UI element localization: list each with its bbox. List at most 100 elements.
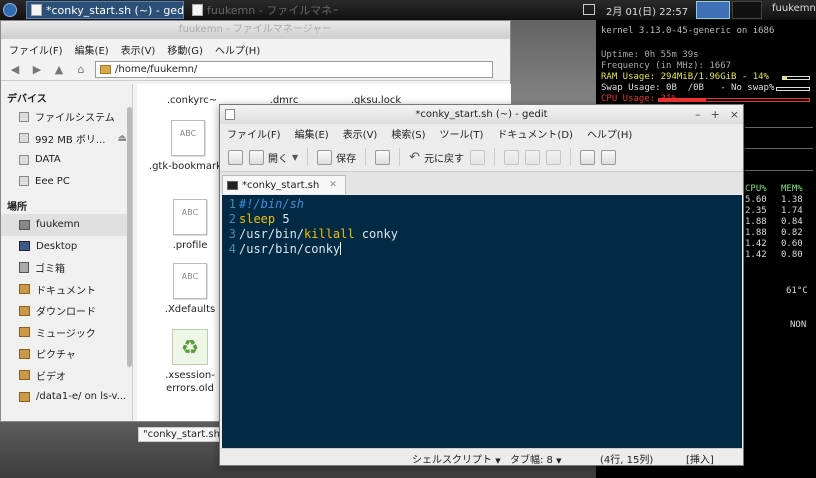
sidebar-item-eeepc[interactable]: Eee PC — [1, 171, 132, 193]
fm-menu-help[interactable]: ヘルプ(H) — [215, 42, 260, 57]
fm-menu-go[interactable]: 移動(G) — [167, 42, 203, 57]
sidebar-item-label: ダウンロード — [36, 307, 96, 319]
sidebar-item-desktop[interactable]: Desktop — [1, 236, 132, 258]
sidebar-item-label: 992 MB ボリ... — [35, 134, 106, 146]
minimize-icon[interactable]: – — [695, 105, 701, 124]
sidebar-item-label: ビデオ — [36, 371, 66, 383]
drive-icon — [19, 133, 29, 144]
tray-icon[interactable] — [583, 4, 595, 15]
code-line[interactable]: 1 #!/bin/sh — [222, 197, 742, 212]
maximize-icon[interactable]: + — [711, 105, 720, 124]
folder-icon — [100, 65, 111, 74]
save-button[interactable]: 保存 — [317, 149, 356, 165]
copy-icon[interactable] — [525, 149, 541, 165]
folder-icon — [19, 391, 30, 402]
new-document-icon[interactable] — [228, 149, 243, 165]
undo-label: 元に戻す — [424, 153, 465, 165]
workspace-2[interactable] — [732, 1, 762, 19]
location-bar[interactable]: /home/fuukemn/ — [95, 61, 493, 78]
conky-temperature: 61°C — [786, 286, 808, 296]
code-line[interactable]: 4/usr/bin/conky — [222, 242, 742, 257]
paste-icon[interactable] — [546, 149, 562, 165]
sidebar-item-label: ミュージック — [36, 328, 96, 340]
menu-view[interactable]: 表示(V) — [343, 126, 378, 141]
sidebar-item-label: Desktop — [36, 240, 78, 252]
menu-edit[interactable]: 編集(E) — [295, 126, 329, 141]
conky-col-cpu: CPU% — [745, 184, 767, 194]
fm-menu-view[interactable]: 表示(V) — [121, 42, 156, 57]
conky-swap: Swap Usage: 0B /0B - No swap% — [601, 83, 775, 93]
gedit-task-icon — [31, 4, 42, 16]
language-selector[interactable]: シェルスクリプト ▼ — [412, 451, 501, 466]
code-line[interactable]: 2 sleep 5 — [222, 212, 742, 227]
fm-menu-edit[interactable]: 編集(E) — [75, 42, 109, 57]
file-name: .conkyrc~ — [166, 95, 218, 106]
fm-menubar: ファイル(F) 編集(E) 表示(V) 移動(G) ヘルプ(H) — [1, 39, 510, 59]
document-tab[interactable]: *conky_start.sh ✕ — [222, 175, 346, 194]
sidebar-item-volume[interactable]: 992 MB ボリ... ⏏ — [1, 128, 132, 150]
terminal-icon — [227, 180, 238, 190]
tab-close-icon[interactable]: ✕ — [329, 180, 337, 190]
sidebar-item-trash[interactable]: ゴミ箱 — [1, 257, 132, 279]
sidebar-item-filesystem[interactable]: ファイルシステム — [1, 106, 132, 128]
sidebar-scrollbar[interactable] — [127, 107, 132, 367]
conky-swap-bar — [776, 87, 810, 91]
conky-divider — [745, 127, 813, 128]
sidebar-item-pictures[interactable]: ピクチャ — [1, 343, 132, 365]
menu-documents[interactable]: ドキュメント(D) — [497, 126, 573, 141]
menu-help[interactable]: ヘルプ(H) — [587, 126, 632, 141]
conky-cell: 0.84 — [781, 217, 803, 227]
workspace-1[interactable] — [696, 1, 730, 19]
sidebar-item-label: ドキュメント — [36, 285, 96, 297]
tab-width-selector[interactable]: タブ幅: 8 ▼ — [510, 451, 562, 466]
save-icon — [317, 149, 333, 165]
forward-icon[interactable]: ▶ — [29, 63, 45, 77]
search-icon[interactable] — [580, 149, 596, 165]
sidebar-item-videos[interactable]: ビデオ — [1, 365, 132, 387]
conky-cell: 0.82 — [781, 228, 803, 238]
close-icon[interactable]: × — [730, 105, 739, 124]
sidebar-item-data[interactable]: DATA — [1, 149, 132, 171]
fm-titlebar[interactable]: fuukemn - ファイルマネージャー — [1, 21, 510, 39]
taskbar-gedit[interactable]: *conky_start.sh (~) - gedit — [26, 1, 184, 19]
menu-tools[interactable]: ツール(T) — [440, 126, 484, 141]
undo-button[interactable]: ↶ 元に戻す — [409, 150, 464, 165]
text-file-icon: ABC — [173, 263, 207, 299]
line-number: 4 — [228, 242, 236, 256]
user-name[interactable]: fuukemn — [772, 3, 816, 14]
sidebar-item-documents[interactable]: ドキュメント — [1, 279, 132, 301]
code-line[interactable]: 3/usr/bin/killall conky — [222, 227, 742, 242]
fm-menu-file[interactable]: ファイル(F) — [9, 42, 63, 57]
sidebar-item-network-share[interactable]: /data1-e/ on ls-v... — [1, 386, 132, 408]
gedit-statusbar: シェルスクリプト ▼ タブ幅: 8 ▼ (4行, 15列) [挿入] — [220, 448, 743, 466]
fm-toolbar: ◀ ▶ ▲ ⌂ /home/fuukemn/ — [1, 59, 510, 81]
replace-icon[interactable] — [601, 149, 617, 165]
menu-search[interactable]: 検索(S) — [391, 126, 425, 141]
sidebar-heading-devices: デバイス — [7, 94, 47, 105]
open-button[interactable]: 開く ▼ — [249, 149, 298, 165]
print-icon[interactable] — [375, 149, 391, 165]
eject-icon[interactable]: ⏏ — [117, 133, 126, 144]
conky-divider — [745, 170, 813, 171]
text-editor[interactable]: 1 #!/bin/sh 2 sleep 5 3/usr/bin/killall conk… — [222, 195, 742, 450]
gedit-menubar: ファイル(F) 編集(E) 表示(V) 検索(S) ツール(T) ドキュメント(… — [220, 124, 743, 143]
clock[interactable]: 2月 01(日) 22:57 — [606, 3, 688, 18]
file-name: .profile — [172, 240, 208, 251]
taskbar-filemanager[interactable]: fuukemn - ファイルマネージャー — [188, 1, 338, 19]
up-icon[interactable]: ▲ — [51, 63, 67, 77]
chevron-down-icon[interactable]: ▼ — [292, 153, 298, 162]
gedit-titlebar[interactable]: *conky_start.sh (~) - gedit – + × — [220, 105, 743, 124]
app-menu-icon[interactable] — [3, 3, 17, 17]
file-name: .gtk-bookmarks — [148, 161, 228, 172]
redo-icon[interactable] — [470, 149, 486, 165]
back-icon[interactable]: ◀ — [7, 63, 23, 77]
menu-file[interactable]: ファイル(F) — [227, 126, 281, 141]
toolbar-separator — [570, 148, 572, 166]
sidebar-item-home[interactable]: fuukemn — [1, 214, 132, 236]
cut-icon[interactable] — [504, 149, 520, 165]
home-icon[interactable]: ⌂ — [73, 63, 89, 77]
file-name: .xsession-errors.old — [165, 370, 215, 394]
sidebar-item-downloads[interactable]: ダウンロード — [1, 300, 132, 322]
sidebar-item-music[interactable]: ミュージック — [1, 322, 132, 344]
conky-cell: 1.38 — [781, 195, 803, 205]
